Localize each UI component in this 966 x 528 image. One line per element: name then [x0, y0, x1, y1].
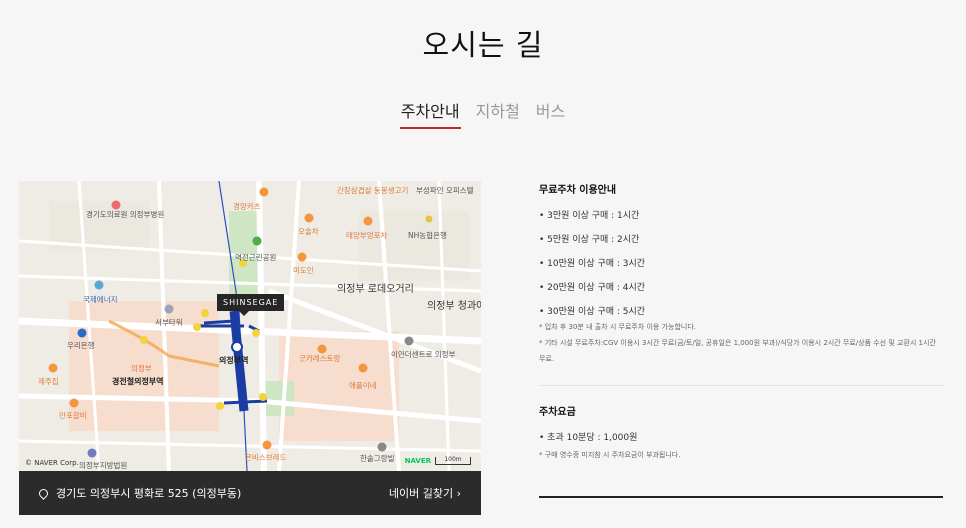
map-label: 의정부역: [219, 356, 249, 365]
map-label: 서부타워: [155, 318, 183, 327]
map-label: 한솔그랑빌: [360, 454, 395, 463]
tab-bus[interactable]: 버스: [535, 98, 566, 129]
free-parking-note: * 입차 후 30분 내 출차 시 무료주차 이용 가능합니다.: [539, 323, 697, 331]
map-label: 의정부지방법원: [79, 461, 128, 470]
tab-subway[interactable]: 지하철: [475, 98, 521, 129]
map-label: 역전근린공원: [235, 253, 277, 262]
free-parking-title: 무료주차 이용안내: [539, 185, 617, 196]
map-label: 오술차: [298, 227, 319, 236]
map-footer: 경기도 의정부시 평화로 525 (의정부동) 네이버 길찾기 ›: [19, 471, 481, 515]
map-label: 만포갈비: [59, 411, 87, 420]
map-label: 간장삼겹살 동봉생고기: [337, 186, 409, 195]
address-row: 경기도 의정부시 평화로 525 (의정부동): [37, 485, 242, 501]
map-label: 경양카츠: [233, 202, 261, 211]
map-label: 의정부 로데오거리: [337, 284, 414, 295]
map-scale: 100m: [435, 457, 471, 465]
store-marker[interactable]: SHINSEGAE: [217, 294, 285, 316]
map-label: 부성파인 오피스텔: [416, 186, 474, 195]
map-label: 굿캬레스토랑: [299, 354, 341, 363]
map-canvas: [19, 181, 481, 471]
naver-logo: NAVER: [404, 457, 431, 465]
page-title: 오시는 길: [422, 28, 544, 62]
address-text: 경기도 의정부시 평화로 525 (의정부동): [56, 487, 242, 500]
map-card: 경기도의료원 의정부병원 경양카츠 간장삼겹살 동봉생고기 부성파인 오피스텔 …: [19, 181, 481, 515]
map[interactable]: 경기도의료원 의정부병원 경양카츠 간장삼겹살 동봉생고기 부성파인 오피스텔 …: [19, 181, 481, 471]
free-parking-item: • 30만원 이상 구매 : 5시간: [539, 307, 646, 317]
map-label: 애플이네: [349, 381, 377, 390]
map-label: 은비스브레드: [245, 453, 287, 462]
free-parking-note: * 기타 시설 무료주차:CGV 이용시 3시간 무료(금/토/일, 공휴일은 …: [539, 339, 936, 363]
map-label: 경전철의정부역: [112, 377, 164, 386]
free-parking-item: • 5만원 이상 구매 : 2시간: [539, 235, 640, 245]
parking-fee-note: * 구매 영수증 미지참 시 주차요금이 부과됩니다.: [539, 451, 681, 459]
map-credit: © NAVER Corp.: [25, 459, 79, 467]
bottom-rule: [539, 496, 943, 498]
naver-directions-link[interactable]: 네이버 길찾기 ›: [389, 485, 461, 501]
map-label: 태양부엉포차: [346, 231, 388, 240]
map-label: 미도인: [293, 266, 314, 275]
map-label: 의정부 청과야채시장: [427, 301, 481, 312]
map-label: 경기도의료원 의정부병원: [86, 210, 165, 219]
section-divider: [539, 385, 943, 386]
tab-parking[interactable]: 주차안내: [399, 98, 461, 129]
map-label: 의정부: [131, 364, 152, 373]
parking-fee-item: • 초과 10분당 : 1,000원: [539, 433, 638, 443]
map-label: 우리은행: [67, 341, 95, 350]
parking-fee-title: 주차요금: [539, 407, 576, 418]
free-parking-item: • 20만원 이상 구매 : 4시간: [539, 283, 646, 293]
parking-info: 무료주차 이용안내 • 3만원 이상 구매 : 1시간 • 5만원 이상 구매 …: [539, 181, 943, 463]
free-parking-item: • 3만원 이상 구매 : 1시간: [539, 211, 640, 221]
map-label: 이안더센트로 의정부: [391, 350, 456, 359]
location-pin-icon: [37, 486, 50, 500]
tab-bar: 주차안내 지하철 버스: [0, 98, 966, 129]
map-label: NH농협은행: [408, 231, 447, 240]
free-parking-item: • 10만원 이상 구매 : 3시간: [539, 259, 646, 269]
map-label: 국제에너지: [83, 295, 118, 304]
map-label: 제주집: [38, 377, 59, 386]
